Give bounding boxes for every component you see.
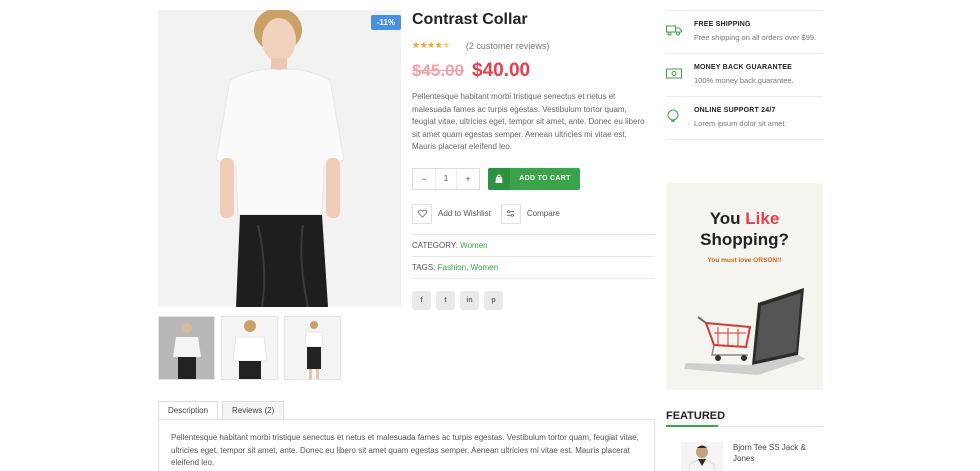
category-label: CATEGORY: — [412, 240, 458, 250]
banner-line-2: Shopping? — [700, 230, 789, 249]
tag-link-women[interactable]: Women — [471, 263, 498, 272]
service-features: FREE SHIPPING Free shipping on all order… — [666, 10, 823, 140]
featured-product-name[interactable]: Bjorn Tee SS Jack & Jones — [733, 442, 813, 471]
social-share: f t in p — [412, 290, 655, 310]
support-icon — [666, 107, 694, 129]
divider — [412, 277, 655, 279]
add-to-cart-label: ADD TO CART — [519, 175, 571, 182]
product-tabs: Description Reviews (2) — [158, 401, 285, 419]
add-to-wishlist-button[interactable]: Add to Wishlist — [412, 203, 491, 224]
feature-text: 100% money back guarantee. — [694, 76, 794, 85]
feature-text: Lorem ipsum dolor sit amet. — [694, 119, 787, 128]
old-price: $45.00 — [412, 61, 464, 80]
compare-icon — [500, 203, 521, 224]
reviews-link[interactable]: (2 customer reviews) — [466, 41, 550, 51]
banner-word-you: You — [709, 209, 746, 228]
tab-description[interactable]: Description — [158, 401, 219, 419]
tab-panel-description: Pellentesque habitant morbi tristique se… — [158, 419, 655, 471]
price-row: $45.00 $40.00 — [412, 60, 655, 82]
short-description: Pellentesque habitant morbi tristique se… — [412, 92, 645, 151]
cart-row: − 1 + ADD TO CART — [412, 167, 655, 190]
tags-label: TAGS: — [412, 262, 436, 272]
feature-title: ONLINE SUPPORT 24/7 — [694, 107, 776, 114]
tag-link-fashion[interactable]: Fashion — [438, 263, 466, 272]
qty-plus-button[interactable]: + — [457, 169, 479, 189]
model-photo — [158, 10, 401, 307]
banner-headline: You Like Shopping? — [666, 208, 823, 250]
truck-icon — [666, 21, 694, 43]
thumbnail-1[interactable] — [158, 316, 215, 380]
thumbnail-strip — [158, 316, 341, 380]
wishlist-compare-row: Add to Wishlist Compare — [412, 203, 655, 224]
feature-free-shipping: FREE SHIPPING Free shipping on all order… — [666, 10, 823, 54]
heart-icon — [412, 203, 432, 224]
compare-label: Compare — [526, 209, 560, 218]
linkedin-icon[interactable]: in — [460, 290, 479, 310]
add-to-cart-button[interactable]: ADD TO CART — [488, 167, 580, 190]
featured-product[interactable]: Bjorn Tee SS Jack & Jones — [681, 442, 813, 471]
feature-money-back: MONEY BACK GUARANTEE 100% money back gua… — [666, 54, 823, 97]
feature-online-support: ONLINE SUPPORT 24/7 Lorem ipsum dolor si… — [666, 97, 823, 140]
product-title: Contrast Collar — [412, 11, 528, 28]
qty-minus-button[interactable]: − — [413, 169, 435, 189]
quantity-input[interactable]: 1 — [435, 168, 457, 189]
category-link[interactable]: Women — [460, 241, 487, 250]
category-row: CATEGORY: Women — [412, 233, 655, 256]
compare-button[interactable]: Compare — [500, 203, 560, 224]
feature-title: MONEY BACK GUARANTEE — [694, 64, 792, 71]
thumbnail-2[interactable] — [221, 316, 278, 380]
money-icon — [666, 64, 694, 86]
quantity-stepper: − 1 + — [412, 167, 480, 190]
feature-text: Free shipping on all orders over $99. — [694, 33, 817, 42]
product-summary: Contrast Collar ★★★★★ (2 customer review… — [412, 10, 655, 310]
promo-banner[interactable]: You Like Shopping? You must love ORSON!! — [666, 183, 823, 390]
star-rating-icon: ★★★★★ — [412, 40, 450, 50]
banner-word-like: Like — [745, 209, 780, 228]
bag-icon — [488, 167, 510, 190]
tab-reviews[interactable]: Reviews (2) — [222, 401, 285, 419]
featured-heading: FEATURED — [666, 410, 823, 427]
featured-product-image[interactable] — [681, 442, 723, 471]
pinterest-icon[interactable]: p — [484, 290, 503, 310]
twitter-icon[interactable]: t — [436, 290, 455, 310]
tags-row: TAGS: Fashion, Women — [412, 255, 655, 278]
facebook-icon[interactable]: f — [412, 290, 431, 310]
tag-separator: , — [466, 262, 469, 272]
thumbnail-3[interactable] — [284, 316, 341, 380]
feature-title: FREE SHIPPING — [694, 21, 751, 28]
banner-subtitle: You must love ORSON!! — [707, 257, 782, 264]
sale-price: $40.00 — [472, 60, 531, 81]
product-main-image[interactable]: -11% — [158, 10, 401, 307]
wishlist-label: Add to Wishlist — [438, 209, 491, 218]
rating-row: ★★★★★ (2 customer reviews) — [412, 40, 655, 51]
sale-badge: -11% — [370, 15, 401, 30]
